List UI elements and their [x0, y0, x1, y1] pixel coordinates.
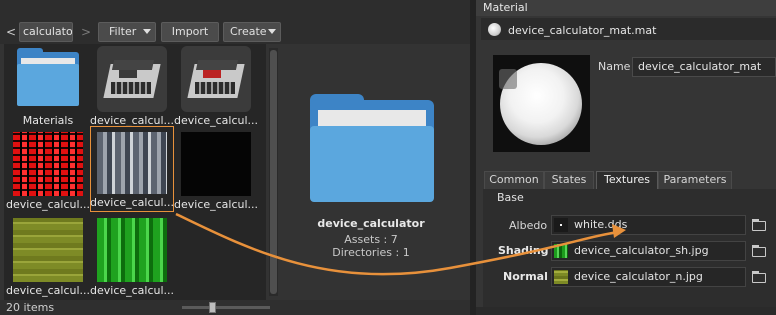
asset-name: device_calcul... — [90, 284, 174, 297]
normal-label: Normal — [503, 270, 548, 283]
chevron-down-icon — [143, 29, 151, 34]
editor-tabs: Common States Textures Parameters — [476, 171, 776, 189]
texture-thumbnail — [97, 132, 167, 194]
create-button[interactable]: Create — [223, 22, 281, 42]
texture-swatch — [554, 218, 568, 232]
scrollbar-thumb[interactable] — [270, 50, 277, 294]
asset-grid: Materials device_calcul... device_calcul… — [4, 44, 266, 300]
preview-assets-count: Assets : 7 — [344, 233, 398, 246]
texture-thumbnail — [97, 218, 167, 282]
open-folder-icon[interactable] — [750, 217, 768, 233]
folder-icon — [13, 46, 83, 112]
tab-states[interactable]: States — [544, 171, 594, 189]
asset-tile-model[interactable]: device_calcul... — [90, 44, 174, 130]
asset-name: device_calcul... — [174, 114, 258, 127]
open-folder-icon[interactable] — [750, 243, 768, 259]
texture-thumbnail — [181, 132, 251, 196]
asset-tile-texture[interactable]: device_calcul... — [174, 128, 258, 214]
asset-tile-texture-selected[interactable]: device_calcul... — [90, 126, 174, 212]
zoom-slider-handle[interactable] — [209, 302, 216, 313]
model-thumbnail — [181, 46, 251, 112]
asset-name: device_calcul... — [174, 198, 258, 211]
path-breadcrumb[interactable]: calculator — [19, 22, 73, 42]
material-sphere-icon — [488, 23, 501, 36]
shading-texture-field[interactable]: device_calculator_sh.jpg — [551, 241, 746, 261]
asset-tile-texture[interactable]: device_calcul... — [90, 214, 174, 300]
open-folder-icon[interactable] — [750, 269, 768, 285]
editor-scrollbar[interactable] — [476, 307, 776, 315]
section-title-base: Base — [497, 191, 524, 204]
asset-grid-scrollbar[interactable] — [269, 48, 278, 296]
normal-texture-field[interactable]: device_calculator_n.jpg — [551, 267, 746, 287]
albedo-texture-field[interactable]: white.dds — [551, 215, 746, 235]
chevron-down-icon — [268, 29, 276, 34]
preview-title: device_calculator — [317, 217, 425, 230]
albedo-label: Albedo — [509, 219, 548, 232]
filter-button-label: Filter — [109, 25, 137, 38]
zoom-slider[interactable] — [182, 306, 270, 309]
albedo-texture-value: white.dds — [574, 218, 628, 231]
shading-label: Shading — [498, 244, 549, 257]
back-icon[interactable]: < — [4, 24, 18, 40]
name-label: Name — [598, 60, 631, 73]
material-name-input[interactable]: device_calculator_mat — [632, 57, 776, 77]
create-button-label: Create — [230, 25, 267, 38]
filter-button[interactable]: Filter — [98, 22, 156, 42]
tab-textures[interactable]: Textures — [596, 171, 658, 189]
texture-thumbnail — [13, 218, 83, 282]
item-count: 20 items — [6, 301, 55, 314]
asset-tile-materials[interactable]: Materials — [6, 44, 90, 130]
asset-name: device_calcul... — [90, 196, 174, 209]
folder-icon — [306, 92, 436, 208]
import-button-label: Import — [171, 25, 209, 38]
editor-header-title: Material — [483, 1, 528, 14]
preview-reflection — [499, 69, 517, 89]
model-thumbnail — [97, 46, 167, 112]
asset-tile-texture[interactable]: device_calcul... — [6, 214, 90, 300]
import-button[interactable]: Import — [161, 22, 219, 42]
texture-swatch — [554, 270, 568, 284]
asset-tile-texture[interactable]: device_calcul... — [6, 128, 90, 214]
texture-swatch — [554, 244, 568, 258]
normal-texture-value: device_calculator_n.jpg — [574, 270, 703, 283]
preview-directories-count: Directories : 1 — [332, 246, 410, 259]
asset-name: device_calcul... — [6, 198, 90, 211]
asset-name: Materials — [22, 114, 74, 127]
material-preview[interactable] — [493, 55, 590, 152]
tab-parameters[interactable]: Parameters — [658, 171, 732, 189]
asset-name: device_calcul... — [6, 284, 90, 297]
asset-tile-model[interactable]: device_calcul... — [174, 44, 258, 130]
shading-texture-value: device_calculator_sh.jpg — [574, 244, 709, 257]
tab-common[interactable]: Common — [484, 171, 544, 189]
material-file-name: device_calculator_mat.mat — [508, 24, 657, 37]
forward-icon[interactable]: > — [80, 24, 92, 40]
texture-thumbnail — [13, 132, 83, 196]
